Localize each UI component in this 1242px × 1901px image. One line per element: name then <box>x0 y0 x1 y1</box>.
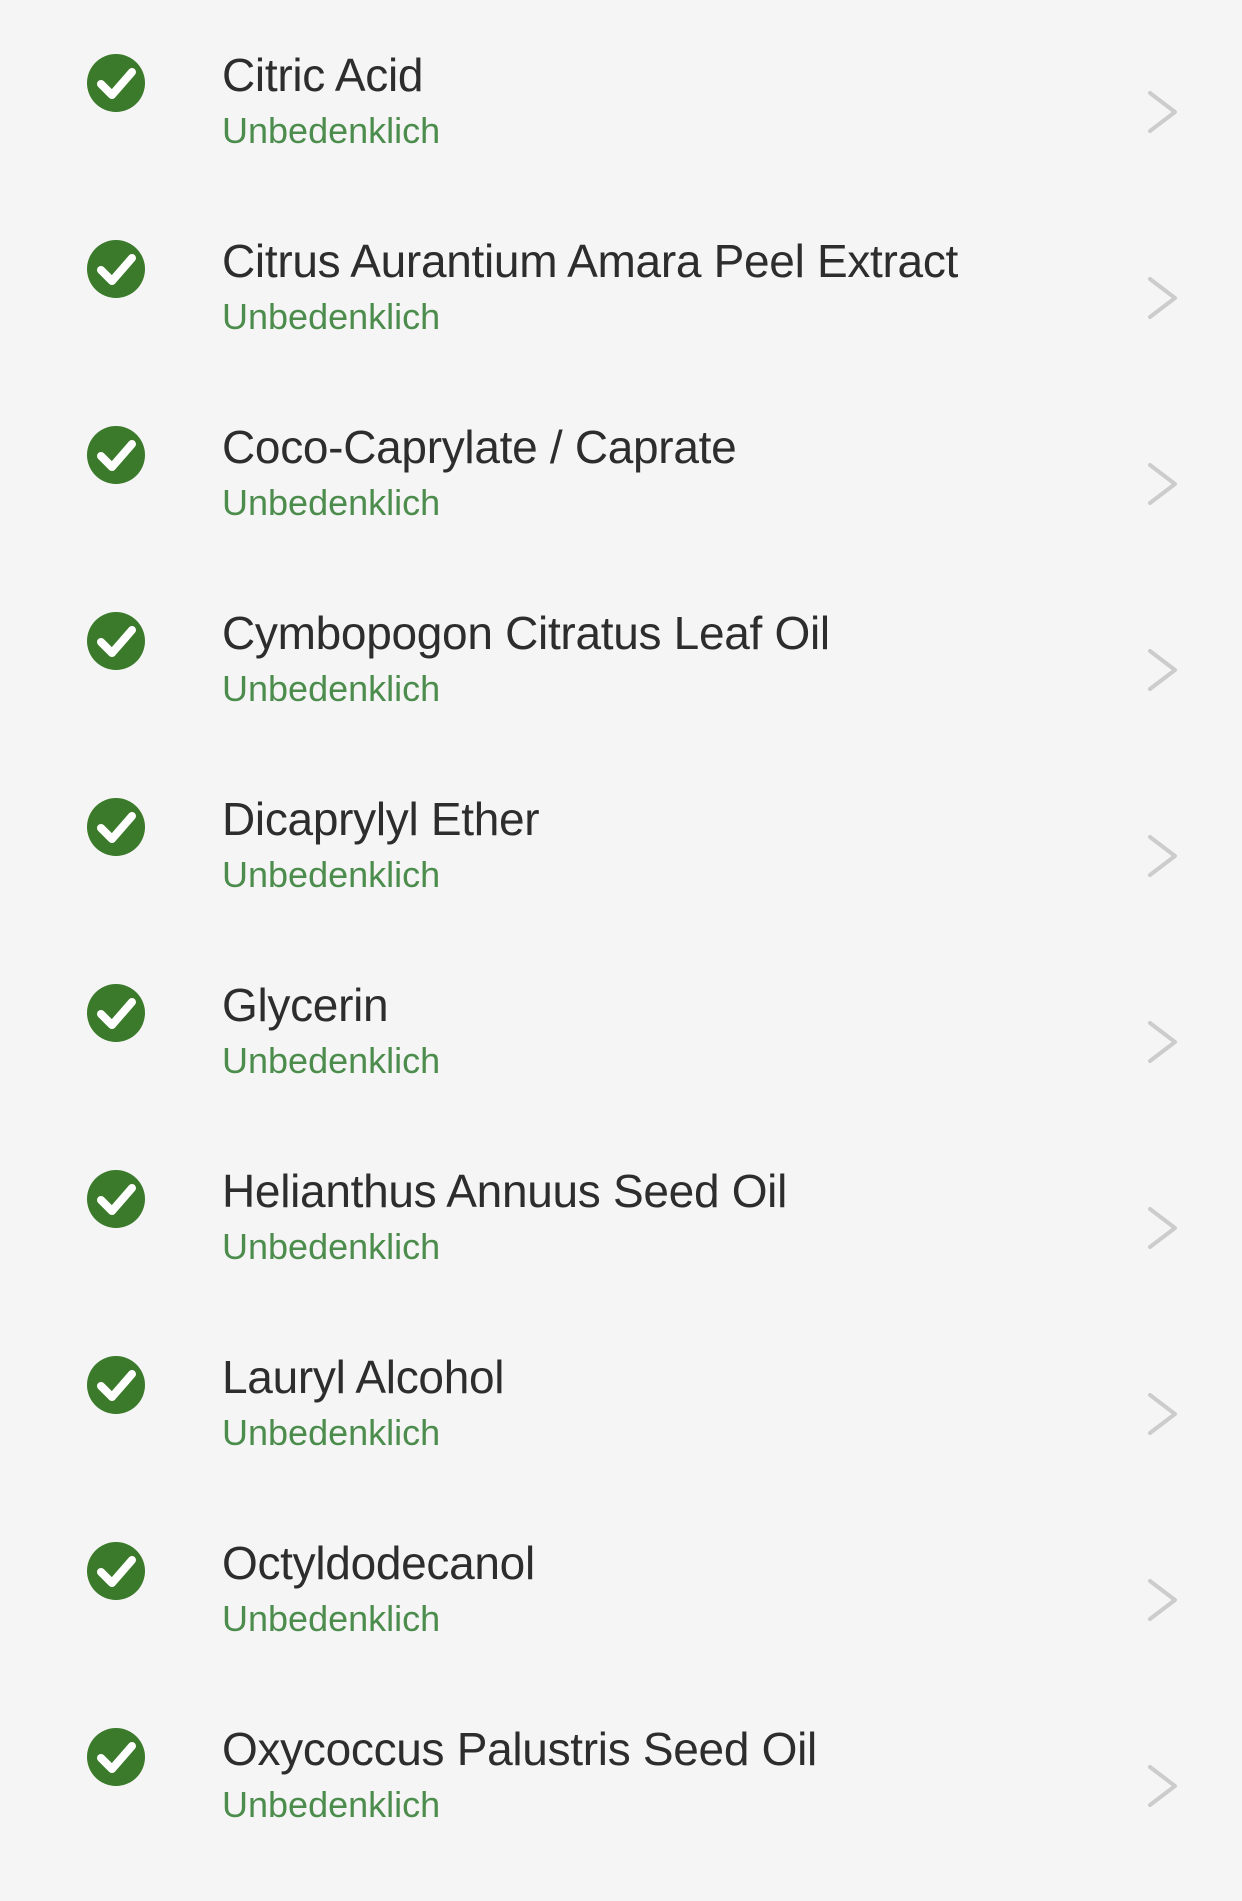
ingredient-text: Dicaprylyl Ether Unbedenklich <box>222 796 1082 893</box>
check-circle-icon <box>86 983 146 1043</box>
ingredient-text: Glycerin Unbedenklich <box>222 982 1082 1079</box>
ingredient-status: Unbedenklich <box>222 296 441 337</box>
check-circle-icon <box>86 53 146 113</box>
ingredient-status: Unbedenklich <box>222 1784 441 1825</box>
check-circle-icon <box>86 1355 146 1415</box>
ingredient-list: Citric Acid Unbedenklich Citrus Aurantiu… <box>0 0 1242 1901</box>
ingredient-name: Oxycoccus Palustris Seed Oil <box>222 1723 817 1775</box>
ingredient-text: Citrus Aurantium Amara Peel Extract Unbe… <box>222 238 1082 335</box>
ingredient-status: Unbedenklich <box>222 668 441 709</box>
ingredient-row[interactable]: Glycerin Unbedenklich <box>0 930 1242 1116</box>
chevron-right-icon[interactable] <box>1146 90 1180 134</box>
ingredient-row[interactable]: Citrus Aurantium Amara Peel Extract Unbe… <box>0 186 1242 372</box>
ingredient-name: Dicaprylyl Ether <box>222 793 540 845</box>
ingredient-row[interactable]: Lauryl Alcohol Unbedenklich <box>0 1302 1242 1488</box>
chevron-right-icon[interactable] <box>1146 462 1180 506</box>
check-circle-icon <box>86 797 146 857</box>
ingredient-text: Lauryl Alcohol Unbedenklich <box>222 1354 1082 1451</box>
check-circle-icon <box>86 1169 146 1229</box>
ingredient-name: Octyldodecanol <box>222 1537 535 1589</box>
ingredient-row[interactable]: Dicaprylyl Ether Unbedenklich <box>0 744 1242 930</box>
chevron-right-icon[interactable] <box>1146 1392 1180 1436</box>
ingredient-name: Lauryl Alcohol <box>222 1351 505 1403</box>
chevron-right-icon[interactable] <box>1146 834 1180 878</box>
ingredient-name: Coco-Caprylate / Caprate <box>222 421 737 473</box>
ingredient-row[interactable]: Helianthus Annuus Seed Oil Unbedenklich <box>0 1116 1242 1302</box>
ingredient-status: Unbedenklich <box>222 110 441 151</box>
ingredient-status: Unbedenklich <box>222 1412 441 1453</box>
ingredient-status: Unbedenklich <box>222 1040 441 1081</box>
ingredient-name: Citric Acid <box>222 49 424 101</box>
ingredient-text: Coco-Caprylate / Caprate Unbedenklich <box>222 424 1082 521</box>
ingredient-row[interactable]: Cymbopogon Citratus Leaf Oil Unbedenklic… <box>0 558 1242 744</box>
ingredient-text: Cymbopogon Citratus Leaf Oil Unbedenklic… <box>222 610 1082 707</box>
ingredient-status: Unbedenklich <box>222 1226 441 1267</box>
ingredient-text: Octyldodecanol Unbedenklich <box>222 1540 1082 1637</box>
ingredient-status: Unbedenklich <box>222 854 441 895</box>
ingredient-row[interactable]: Citric Acid Unbedenklich <box>0 0 1242 186</box>
ingredient-row[interactable]: Octyldodecanol Unbedenklich <box>0 1488 1242 1674</box>
chevron-right-icon[interactable] <box>1146 648 1180 692</box>
ingredient-row[interactable]: Coco-Caprylate / Caprate Unbedenklich <box>0 372 1242 558</box>
ingredient-text: Oxycoccus Palustris Seed Oil Unbedenklic… <box>222 1726 1082 1823</box>
chevron-right-icon[interactable] <box>1146 276 1180 320</box>
check-circle-icon <box>86 611 146 671</box>
chevron-right-icon[interactable] <box>1146 1764 1180 1808</box>
check-circle-icon <box>86 239 146 299</box>
chevron-right-icon[interactable] <box>1146 1206 1180 1250</box>
ingredient-text: Helianthus Annuus Seed Oil Unbedenklich <box>222 1168 1082 1265</box>
ingredient-name: Cymbopogon Citratus Leaf Oil <box>222 607 830 659</box>
ingredient-status: Unbedenklich <box>222 1598 441 1639</box>
check-circle-icon <box>86 425 146 485</box>
ingredient-row[interactable]: Oxycoccus Palustris Seed Oil Unbedenklic… <box>0 1674 1242 1860</box>
chevron-right-icon[interactable] <box>1146 1020 1180 1064</box>
ingredient-name: Citrus Aurantium Amara Peel Extract <box>222 235 959 287</box>
check-circle-icon <box>86 1727 146 1787</box>
ingredient-name: Helianthus Annuus Seed Oil <box>222 1165 788 1217</box>
ingredient-text: Citric Acid Unbedenklich <box>222 52 1082 149</box>
chevron-right-icon[interactable] <box>1146 1578 1180 1622</box>
ingredient-status: Unbedenklich <box>222 482 441 523</box>
check-circle-icon <box>86 1541 146 1601</box>
ingredient-name: Glycerin <box>222 979 389 1031</box>
